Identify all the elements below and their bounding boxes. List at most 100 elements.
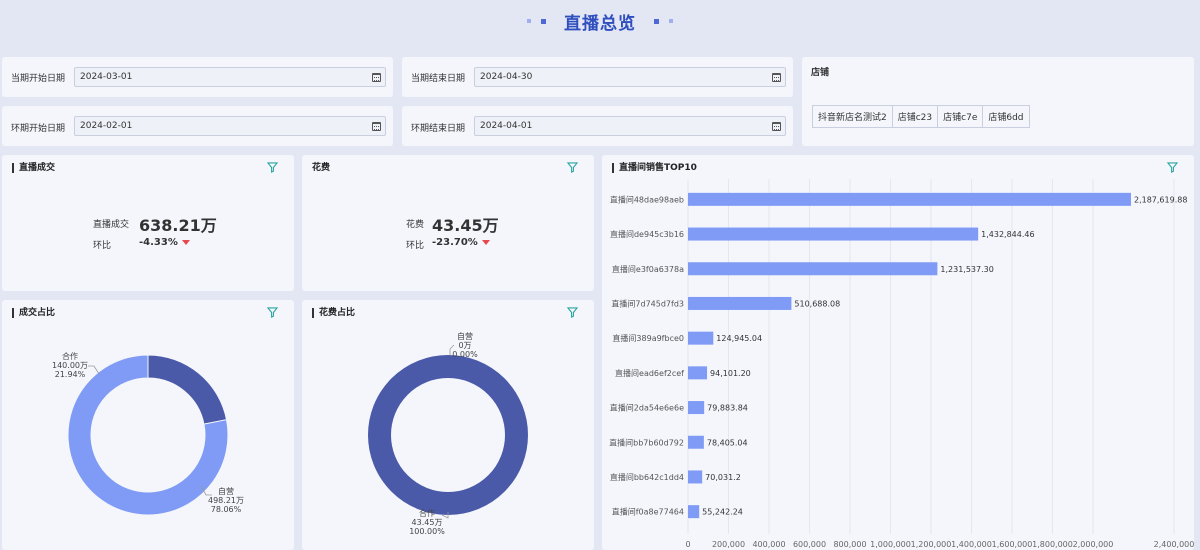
bar <box>688 505 700 519</box>
live-deal-label: 直播成交 <box>93 220 130 230</box>
decor-square <box>654 18 659 24</box>
bar-value-label: 78,405.04 <box>707 438 748 447</box>
cost-title: 花费 <box>312 163 331 173</box>
shop-tag[interactable]: 店铺c7e <box>937 105 984 128</box>
donut-slice <box>368 355 528 515</box>
slice-label-name: 自营 <box>218 486 234 496</box>
live-deal-chg: -4.33% <box>139 237 190 248</box>
x-tick-label: 200,000 <box>712 540 745 549</box>
cur-start-panel: 当期开始日期 2024-03-01 <box>2 57 393 97</box>
slice-label-amount: 43.45万 <box>412 518 443 527</box>
slice-label-pct: 21.94% <box>55 370 86 379</box>
decor-square <box>541 18 546 24</box>
slice-label-pct: 100.00% <box>409 527 445 536</box>
cost-chg-value: -23.70% <box>432 237 478 248</box>
cost-value: 43.45万 <box>432 216 499 235</box>
decor-square <box>669 19 673 23</box>
prev-start-label: 环期开始日期 <box>11 124 66 134</box>
x-tick-label: 2,400,000 <box>1154 540 1194 549</box>
page-title: 直播总览 <box>564 13 636 34</box>
cost-card: 花费 花费 43.45万 环比 -23.70% <box>302 155 594 291</box>
shop-tag[interactable]: 店铺c23 <box>891 105 939 128</box>
prev-start-date-input[interactable]: 2024-02-01 <box>74 116 386 136</box>
y-tick-label: 直播间f0a8e77464 <box>612 507 684 517</box>
prev-start-date-value: 2024-02-01 <box>80 121 133 131</box>
shop-label: 店铺 <box>811 68 830 78</box>
shop-tag-list: 抖音新店名测试2 店铺c23 店铺c7e 店铺6dd <box>812 105 1030 128</box>
slice-label-amount: 140.00万 <box>52 361 88 370</box>
prev-end-label: 环期结束日期 <box>411 124 466 134</box>
filter-icon[interactable] <box>267 162 278 173</box>
x-tick-label: 1,200,000 <box>911 540 952 549</box>
bar-value-label: 124,945.04 <box>716 334 762 343</box>
bar <box>688 470 703 484</box>
slice-label-pct: 78.06% <box>211 505 242 514</box>
shop-tag[interactable]: 店铺6dd <box>982 105 1030 128</box>
page-header: 直播总览 <box>0 0 1200 42</box>
down-arrow-icon <box>481 239 490 245</box>
y-tick-label: 直播间48dae98aeb <box>610 194 684 204</box>
bar <box>688 331 714 345</box>
cur-end-date-value: 2024-04-30 <box>480 72 533 82</box>
calendar-icon[interactable] <box>772 122 781 131</box>
cur-end-label: 当期结束日期 <box>411 74 466 84</box>
cur-start-date-input[interactable]: 2024-03-01 <box>74 67 386 87</box>
deal-share-card: 成交占比 合作 140.00万 21.94% 自营 498.21万 78.06% <box>2 300 294 550</box>
bar-value-label: 55,242.24 <box>702 508 743 517</box>
cost-chg-label: 环比 <box>406 241 425 251</box>
shop-tag[interactable]: 抖音新店名测试2 <box>812 105 893 128</box>
prev-end-date-input[interactable]: 2024-04-01 <box>474 116 786 136</box>
bar <box>688 192 1131 206</box>
y-tick-label: 直播间bb7b60d792 <box>609 437 684 447</box>
y-tick-label: 直播间389a9fbce0 <box>612 333 684 343</box>
down-arrow-icon <box>181 239 190 245</box>
bar-value-label: 94,101.20 <box>710 369 751 378</box>
calendar-icon[interactable] <box>372 122 381 131</box>
live-deal-title: 直播成交 <box>12 163 55 173</box>
filter-icon[interactable] <box>567 162 578 173</box>
slice-label-pct: 0.00% <box>452 350 478 359</box>
y-tick-label: 直播间e3f0a6378a <box>612 264 684 274</box>
x-tick-label: 0 <box>685 540 690 549</box>
bar-value-label: 70,031.2 <box>705 473 741 482</box>
x-tick-label: 1,400,000 <box>951 540 992 549</box>
bar-value-label: 510,688.08 <box>794 299 840 308</box>
prev-end-panel: 环期结束日期 2024-04-01 <box>402 106 793 146</box>
bar-value-label: 1,432,844.46 <box>981 230 1034 239</box>
cost-chg: -23.70% <box>432 237 490 248</box>
y-tick-label: 直播间bb642c1dd4 <box>610 472 684 482</box>
cur-end-panel: 当期结束日期 2024-04-30 <box>402 57 793 97</box>
y-tick-label: 直播间ead6ef2cef <box>615 368 684 378</box>
bar-value-label: 2,187,619.88 <box>1134 195 1187 204</box>
cost-label: 花费 <box>406 220 425 230</box>
decor-square <box>527 19 531 23</box>
prev-end-date-value: 2024-04-01 <box>480 121 533 131</box>
deal-share-donut-chart: 合作140.00万21.94% 自营498.21万78.06% <box>52 351 244 516</box>
x-tick-label: 1,000,000 <box>870 540 911 549</box>
y-tick-label: 直播间de945c3b16 <box>610 229 684 239</box>
cur-start-date-value: 2024-03-01 <box>80 72 133 82</box>
bar <box>688 435 704 449</box>
live-deal-value: 638.21万 <box>139 216 217 235</box>
live-deal-chg-value: -4.33% <box>139 237 178 248</box>
bar <box>688 296 792 310</box>
calendar-icon[interactable] <box>372 73 381 82</box>
cost-share-card: 花费占比 自营 0万 0.00% 合作 43.45万 100.00% <box>302 300 594 550</box>
slice-label-name: 合作 <box>62 351 78 361</box>
top10-bar-chart: 0 200,000 400,000 600,000 800,000 1,000,000 1,… <box>609 179 1194 549</box>
bar <box>688 262 938 276</box>
shop-filter-panel: 店铺 抖音新店名测试2 店铺c23 店铺c7e 店铺6dd <box>802 57 1194 146</box>
top10-card: 直播间销售TOP10 0 200,000 400,000 600,000 800,000… <box>602 155 1194 550</box>
y-tick-label: 直播间7d745d7fd3 <box>611 298 684 308</box>
prev-start-panel: 环期开始日期 2024-02-01 <box>2 106 393 146</box>
cur-end-date-input[interactable]: 2024-04-30 <box>474 67 786 87</box>
bar-value-label: 79,883.84 <box>707 404 748 413</box>
bar <box>688 366 708 380</box>
slice-label-amount: 498.21万 <box>208 496 244 505</box>
bar <box>688 227 979 241</box>
calendar-icon[interactable] <box>772 73 781 82</box>
live-deal-card: 直播成交 直播成交 638.21万 环比 -4.33% <box>2 155 294 291</box>
x-tick-label: 600,000 <box>793 540 826 549</box>
y-tick-label: 直播间2da54e6e6e <box>610 403 684 413</box>
live-deal-chg-label: 环比 <box>93 241 112 251</box>
